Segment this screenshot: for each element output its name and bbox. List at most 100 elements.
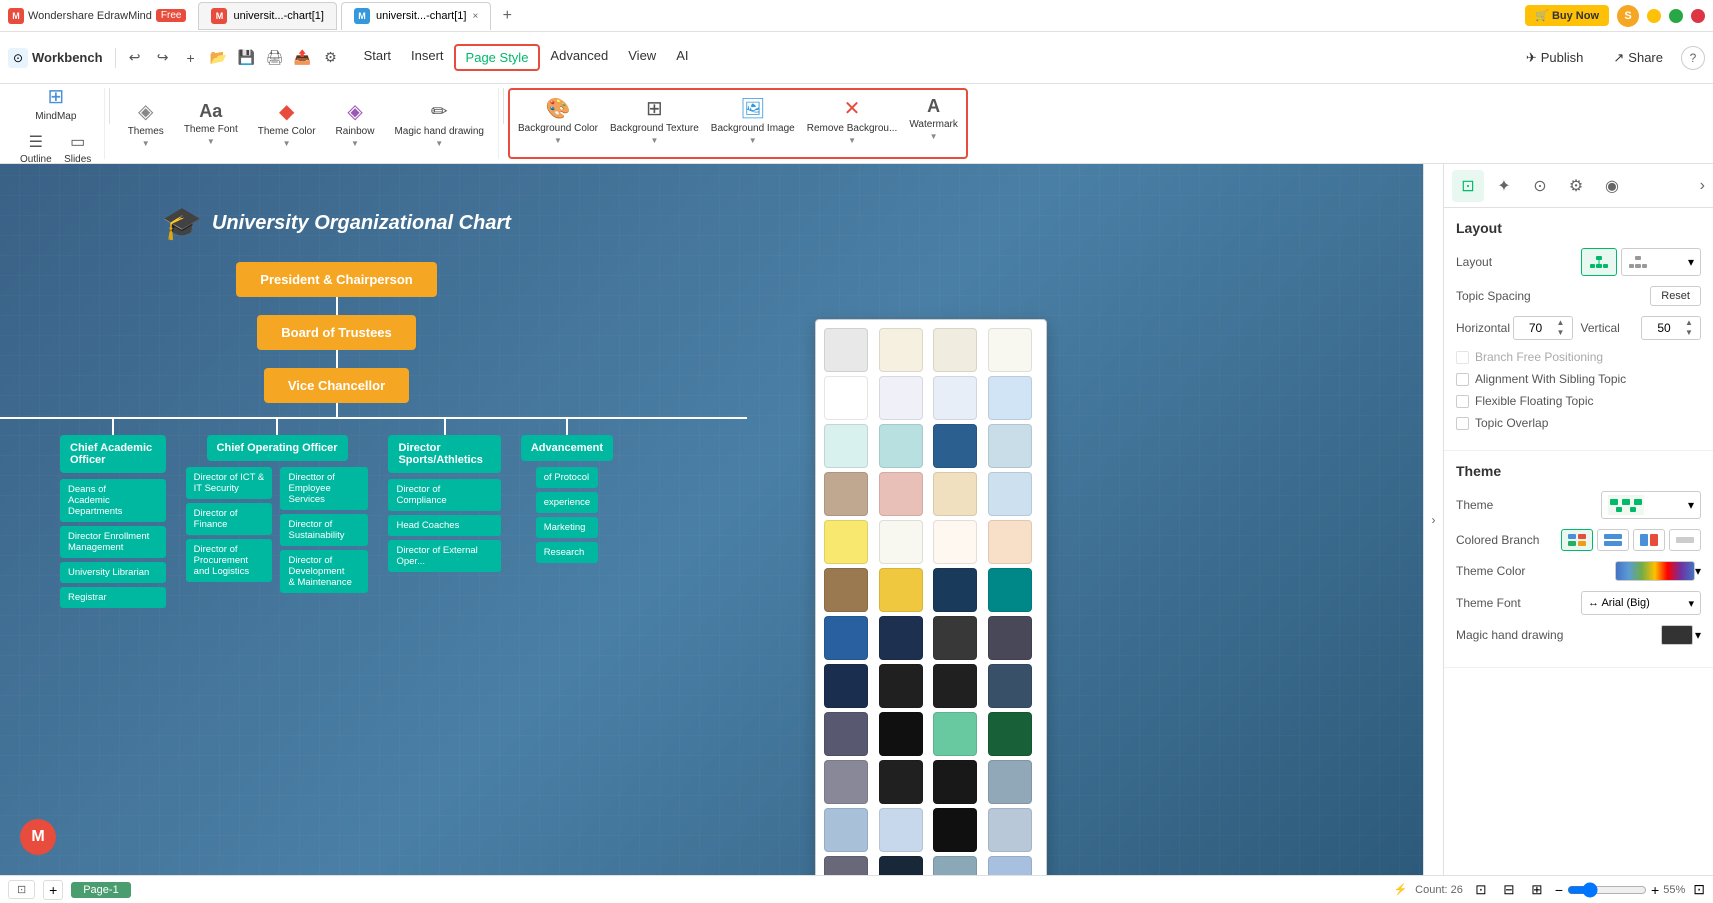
theme-color-bar[interactable] <box>1615 561 1695 581</box>
remove-bg-button[interactable]: ✕ Remove Backgrou... ▼ <box>801 92 904 155</box>
collapse-panel-button[interactable]: › <box>1423 164 1443 875</box>
theme-color-dropdown-arrow[interactable]: ▾ <box>1695 564 1701 578</box>
experience-node[interactable]: experience <box>536 492 598 513</box>
color-swatch-7[interactable] <box>988 376 1032 420</box>
add-tab-button[interactable]: + <box>495 4 519 28</box>
color-swatch-3[interactable] <box>988 328 1032 372</box>
save-button[interactable]: 💾 <box>234 45 260 71</box>
topic-overlap-checkbox[interactable] <box>1456 417 1469 430</box>
color-swatch-15[interactable] <box>988 472 1032 516</box>
theme-color-button[interactable]: ◆ Theme Color ▼ <box>252 95 322 152</box>
maximize-button[interactable] <box>1669 9 1683 23</box>
color-swatch-29[interactable] <box>879 664 923 708</box>
minimize-button[interactable] <box>1647 9 1661 23</box>
color-swatch-9[interactable] <box>879 424 923 468</box>
color-swatch-4[interactable] <box>824 376 868 420</box>
nav-advanced[interactable]: Advanced <box>540 44 618 71</box>
external-node[interactable]: Director of External Oper... <box>388 540 500 572</box>
color-swatch-21[interactable] <box>879 568 923 612</box>
print-button[interactable]: 🖨 <box>262 45 288 71</box>
publish-button[interactable]: ✈ Publish <box>1514 46 1596 70</box>
color-swatch-35[interactable] <box>988 712 1032 756</box>
protocol-node[interactable]: of Protocol <box>536 467 598 488</box>
color-swatch-19[interactable] <box>988 520 1032 564</box>
close-button[interactable] <box>1691 9 1705 23</box>
add-page-button[interactable]: + <box>43 880 63 900</box>
theme-font-button[interactable]: Aa Theme Font ▼ <box>178 97 244 150</box>
registrar-node[interactable]: Registrar <box>60 587 166 608</box>
h-up-button[interactable]: ▲ <box>1554 318 1568 328</box>
redo-button[interactable]: ↪ <box>150 45 176 71</box>
color-swatch-14[interactable] <box>933 472 977 516</box>
zoom-slider[interactable] <box>1567 882 1647 898</box>
undo-button[interactable]: ↩ <box>122 45 148 71</box>
color-swatch-27[interactable] <box>988 616 1032 660</box>
color-swatch-16[interactable] <box>824 520 868 564</box>
color-swatch-36[interactable] <box>824 760 868 804</box>
layout-dropdown[interactable]: ▾ <box>1621 248 1701 276</box>
zoom-out-button[interactable]: − <box>1555 882 1563 898</box>
deans-node[interactable]: Deans ofAcademic Departments <box>60 479 166 522</box>
bg-color-button[interactable]: 🎨 Background Color ▼ <box>512 92 604 155</box>
sports-node[interactable]: Director Sports/Athletics <box>388 435 500 473</box>
color-swatch-38[interactable] <box>933 760 977 804</box>
settings-button[interactable]: ⚙ <box>318 45 344 71</box>
advancement-node[interactable]: Advancement <box>521 435 613 461</box>
slides-button[interactable]: ▭ Slides <box>60 130 96 167</box>
open-file-button[interactable]: 📂 <box>206 45 232 71</box>
bg-image-button[interactable]: 🖼 Background Image ▼ <box>705 92 801 155</box>
rp-tab-magic[interactable]: ◉ <box>1596 170 1628 202</box>
color-swatch-32[interactable] <box>824 712 868 756</box>
nav-insert[interactable]: Insert <box>401 44 454 71</box>
operating-node[interactable]: Chief Operating Officer <box>207 435 348 461</box>
color-swatch-20[interactable] <box>824 568 868 612</box>
reset-button[interactable]: Reset <box>1650 286 1701 306</box>
sustainability-node[interactable]: Director of Sustainability <box>280 514 368 546</box>
color-swatch-37[interactable] <box>879 760 923 804</box>
color-swatch-45[interactable] <box>879 856 923 875</box>
color-swatch-43[interactable] <box>988 808 1032 852</box>
compliance-node[interactable]: Director of Compliance <box>388 479 500 511</box>
cb-option-3[interactable] <box>1633 529 1665 551</box>
color-swatch-25[interactable] <box>879 616 923 660</box>
color-swatch-40[interactable] <box>824 808 868 852</box>
help-button[interactable]: ? <box>1681 46 1705 70</box>
buy-now-button[interactable]: 🛒 Buy Now <box>1525 5 1609 26</box>
vice-chancellor-node[interactable]: Vice Chancellor <box>264 368 409 403</box>
user-avatar[interactable]: S <box>1617 5 1639 27</box>
development-node[interactable]: Director of Development& Maintenance <box>280 550 368 593</box>
theme-font-dropdown[interactable]: ↔ Arial (Big) ▾ <box>1581 591 1701 615</box>
cb-option-2[interactable] <box>1597 529 1629 551</box>
color-swatch-31[interactable] <box>988 664 1032 708</box>
zoom-in-button[interactable]: + <box>1651 882 1659 898</box>
fullscreen-button[interactable]: ⊡ <box>1693 881 1705 898</box>
align-sibling-checkbox[interactable] <box>1456 373 1469 386</box>
view-btn-3[interactable]: ⊞ <box>1527 880 1547 900</box>
color-swatch-0[interactable] <box>824 328 868 372</box>
color-swatch-28[interactable] <box>824 664 868 708</box>
color-swatch-42[interactable] <box>933 808 977 852</box>
enrollment-node[interactable]: Director EnrollmentManagement <box>60 526 166 558</box>
color-swatch-17[interactable] <box>879 520 923 564</box>
headcoaches-node[interactable]: Head Coaches <box>388 515 500 536</box>
add-button[interactable]: + <box>178 45 204 71</box>
color-swatch-5[interactable] <box>879 376 923 420</box>
tab2-close[interactable]: × <box>472 11 478 22</box>
magic-hand-dropdown-arrow[interactable]: ▾ <box>1695 628 1701 642</box>
tab-1[interactable]: M universit...-chart[1] <box>198 2 336 30</box>
watermark-button[interactable]: A Watermark ▼ <box>903 92 964 155</box>
nav-ai[interactable]: AI <box>666 44 698 71</box>
librarian-node[interactable]: University Librarian <box>60 562 166 583</box>
v-up-button[interactable]: ▲ <box>1682 318 1696 328</box>
president-node[interactable]: President & Chairperson <box>236 262 436 297</box>
page-view-button[interactable]: ⊡ <box>8 880 35 899</box>
rp-tab-layout[interactable]: ⊡ <box>1452 170 1484 202</box>
marketing-node[interactable]: Marketing <box>536 517 598 538</box>
view-btn-1[interactable]: ⊡ <box>1471 880 1491 900</box>
color-swatch-23[interactable] <box>988 568 1032 612</box>
color-swatch-30[interactable] <box>933 664 977 708</box>
bg-texture-button[interactable]: ⊞ Background Texture ▼ <box>604 92 705 155</box>
color-swatch-22[interactable] <box>933 568 977 612</box>
themes-button[interactable]: ◈ Themes ▼ <box>122 95 170 152</box>
tab-2[interactable]: M universit...-chart[1] × <box>341 2 491 30</box>
